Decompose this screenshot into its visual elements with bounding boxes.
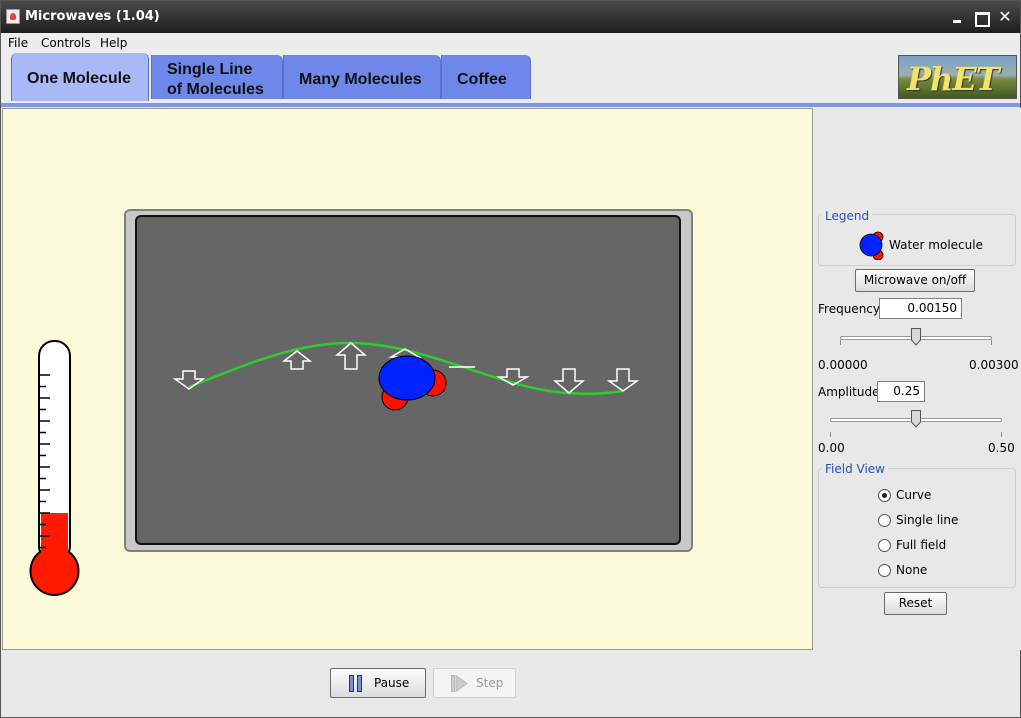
- water-molecule-legend-icon: [859, 231, 884, 260]
- step-button[interactable]: Step: [433, 668, 516, 698]
- legend-water-molecule-label: Water molecule: [889, 238, 983, 252]
- amplitude-max-label: 0.50: [988, 441, 1015, 455]
- minimize-button[interactable]: [947, 8, 967, 27]
- radio-none[interactable]: [878, 564, 891, 577]
- control-panel: Legend Water molecule Microwave on/off F…: [816, 108, 1021, 650]
- frequency-field[interactable]: 0.00150: [879, 298, 962, 319]
- field-arrow-up: [334, 342, 368, 370]
- tab-label: Coffee: [457, 71, 507, 88]
- field-view-svg: [172, 341, 640, 411]
- amplitude-slider-thumb[interactable]: [911, 410, 921, 428]
- menu-help[interactable]: Help: [100, 34, 127, 52]
- pause-icon: [349, 675, 362, 692]
- amplitude-slider-tick: [830, 432, 831, 437]
- radio-none-label[interactable]: None: [896, 563, 927, 577]
- radio-single-line[interactable]: [878, 514, 891, 527]
- menu-file[interactable]: File: [8, 34, 28, 52]
- step-icon: [451, 675, 468, 692]
- tab-coffee[interactable]: Coffee: [441, 55, 531, 99]
- thermometer: [29, 340, 80, 596]
- radio-curve-label[interactable]: Curve: [896, 488, 931, 502]
- step-label: Step: [476, 676, 504, 690]
- radio-curve[interactable]: [878, 489, 891, 502]
- frequency-min-label: 0.00000: [818, 358, 868, 372]
- maximize-button[interactable]: [971, 8, 991, 27]
- menu-bar: File Controls Help: [1, 33, 1020, 53]
- frequency-slider-thumb[interactable]: [911, 328, 921, 346]
- tab-label-line1: Single Line: [167, 61, 253, 78]
- frequency-max-label: 0.00300: [969, 358, 1019, 372]
- field-view-title: Field View: [822, 462, 888, 476]
- field-arrow-up: [281, 350, 313, 370]
- amplitude-label: Amplitude: [818, 385, 880, 399]
- tab-many-molecules[interactable]: Many Molecules: [283, 55, 441, 99]
- radio-single-line-label[interactable]: Single line: [896, 513, 958, 527]
- menu-controls[interactable]: Controls: [41, 34, 91, 52]
- app-window: Microwaves (1.04) ✕ File Controls Help O…: [0, 0, 1021, 718]
- radio-full-field[interactable]: [878, 539, 891, 552]
- tab-one-molecule[interactable]: One Molecule: [11, 53, 149, 101]
- frequency-label: Frequency: [818, 302, 880, 316]
- amplitude-min-label: 0.00: [818, 441, 845, 455]
- tab-label-line2: of Molecules: [167, 81, 264, 98]
- tab-single-line-of-molecules[interactable]: Single Line of Molecules: [151, 55, 283, 99]
- tab-strip: One Molecule Single Line of Molecules Ma…: [1, 53, 1020, 107]
- amplitude-field[interactable]: 0.25: [877, 381, 925, 402]
- title-bar: Microwaves (1.04) ✕: [1, 1, 1020, 33]
- field-arrow-down: [552, 368, 586, 394]
- tab-label: Many Molecules: [299, 71, 422, 88]
- water-molecule[interactable]: [378, 355, 447, 411]
- frequency-slider-tick: [991, 340, 992, 345]
- java-app-icon: [6, 9, 20, 24]
- pause-button[interactable]: Pause: [330, 668, 426, 698]
- playback-bar: Pause Step: [2, 651, 1020, 717]
- tab-label: One Molecule: [27, 70, 132, 87]
- radio-full-field-label[interactable]: Full field: [896, 538, 946, 552]
- phet-logo-text: PhET: [907, 60, 1000, 98]
- window-title: Microwaves (1.04): [25, 9, 160, 24]
- oxygen-atom: [378, 355, 436, 401]
- phet-logo[interactable]: PhET: [898, 55, 1017, 99]
- legend-title: Legend: [822, 209, 873, 223]
- reset-button[interactable]: Reset: [884, 592, 947, 615]
- field-arrow-down: [606, 368, 640, 392]
- pause-label: Pause: [374, 676, 410, 690]
- microwave-on-off-button[interactable]: Microwave on/off: [855, 269, 975, 292]
- frequency-slider-tick: [840, 340, 841, 345]
- amplitude-slider-tick: [1001, 432, 1002, 437]
- close-button[interactable]: ✕: [995, 8, 1015, 27]
